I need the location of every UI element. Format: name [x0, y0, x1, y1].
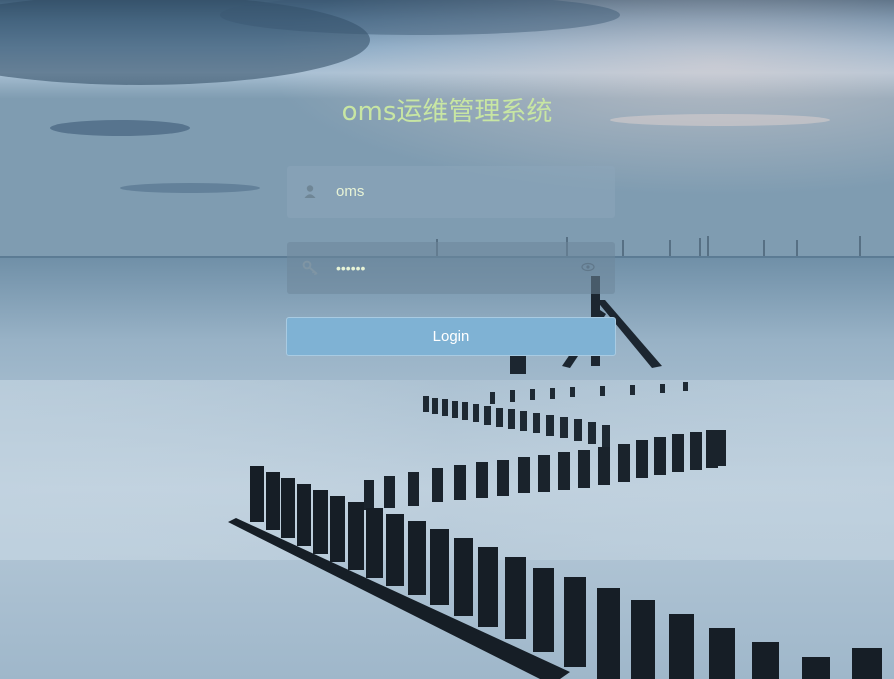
password-input[interactable]: ••••••	[336, 258, 365, 278]
eye-icon[interactable]	[581, 260, 595, 274]
login-page: oms运维管理系统 oms •••••• Login	[0, 0, 894, 679]
key-icon	[302, 260, 318, 276]
password-field[interactable]: ••••••	[287, 242, 615, 294]
username-field[interactable]: oms	[287, 166, 615, 218]
page-title: oms运维管理系统	[341, 97, 553, 127]
username-input[interactable]: oms	[336, 182, 364, 202]
user-icon	[304, 185, 316, 198]
login-button[interactable]: Login	[286, 317, 616, 356]
